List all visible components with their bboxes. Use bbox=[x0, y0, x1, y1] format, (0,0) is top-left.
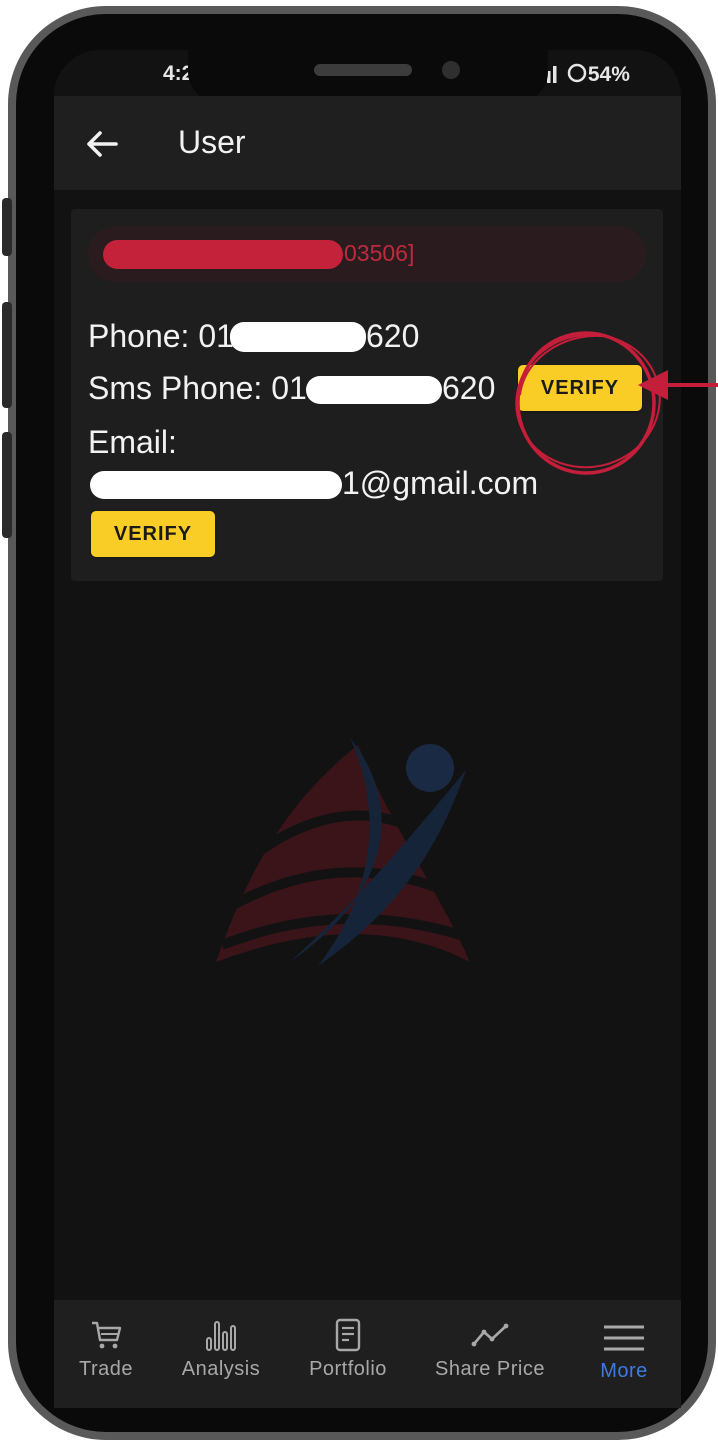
nav-share-price[interactable]: Share Price bbox=[424, 1318, 556, 1381]
annotation-arrow bbox=[628, 360, 718, 410]
battery-icon bbox=[566, 62, 588, 90]
redacted-user-id bbox=[103, 240, 343, 269]
email-suffix: 1@gmail.com bbox=[342, 465, 539, 501]
nav-portfolio[interactable]: Portfolio bbox=[288, 1318, 408, 1381]
document-icon bbox=[335, 1318, 361, 1352]
nav-label-trade: Trade bbox=[78, 1358, 133, 1380]
nav-label-portfolio: Portfolio bbox=[309, 1358, 387, 1380]
side-button bbox=[2, 302, 12, 408]
side-button bbox=[2, 198, 12, 256]
email-label: Email: bbox=[88, 424, 177, 460]
menu-icon bbox=[604, 1325, 644, 1351]
user-id-suffix: 03506] bbox=[344, 240, 415, 266]
status-indicators: 54% bbox=[540, 62, 630, 90]
cart-icon bbox=[92, 1321, 122, 1349]
nav-label-share-price: Share Price bbox=[435, 1358, 545, 1380]
redacted-phone bbox=[230, 322, 366, 352]
email-verify-button[interactable]: VERIFY bbox=[91, 511, 215, 557]
nav-trade[interactable]: Trade bbox=[46, 1318, 166, 1381]
app-bar bbox=[54, 96, 681, 190]
speaker-grille bbox=[314, 64, 412, 76]
bar-chart-icon bbox=[206, 1321, 236, 1351]
nav-more[interactable]: More bbox=[564, 1318, 684, 1383]
nav-label-more: More bbox=[600, 1360, 648, 1382]
redacted-sms-phone bbox=[306, 376, 442, 404]
side-button bbox=[2, 432, 12, 538]
back-arrow-icon[interactable] bbox=[80, 122, 124, 166]
sms-phone-suffix: 620 bbox=[442, 370, 496, 406]
redacted-email bbox=[90, 471, 342, 499]
trend-line-icon bbox=[471, 1323, 509, 1347]
watermark-logo bbox=[208, 730, 478, 970]
nav-label-analysis: Analysis bbox=[181, 1358, 261, 1380]
page-title: User bbox=[178, 124, 246, 160]
front-camera bbox=[442, 61, 460, 79]
sms-phone-label: Sms Phone: 01 bbox=[88, 370, 307, 406]
nav-analysis[interactable]: Analysis bbox=[161, 1318, 281, 1381]
battery-level: 54% bbox=[587, 63, 630, 86]
phone-label: Phone: 01 bbox=[88, 318, 234, 354]
phone-suffix: 620 bbox=[366, 318, 420, 354]
